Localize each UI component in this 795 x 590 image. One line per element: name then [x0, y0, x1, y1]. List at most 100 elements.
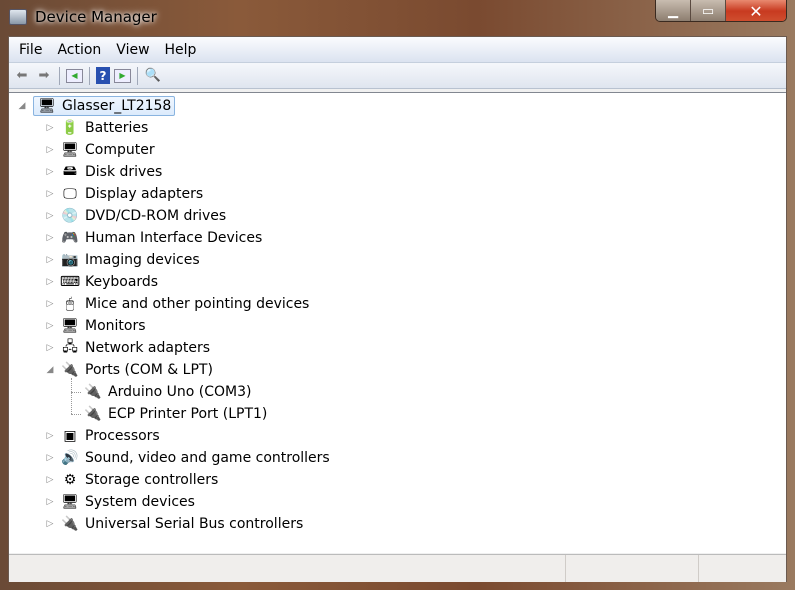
menu-file[interactable]: File — [13, 42, 48, 58]
usb-icon: 🔌 — [61, 516, 79, 532]
scan-hardware-changes-icon[interactable]: 🔍 — [144, 67, 162, 85]
expand-arrow-icon[interactable]: ▷ — [45, 299, 55, 309]
tree-item-monitors[interactable]: ▷ 🖥 Monitors — [45, 316, 146, 336]
tree-item-label: ECP Printer Port (LPT1) — [108, 406, 268, 422]
tree-item-label: Storage controllers — [85, 472, 219, 488]
expand-arrow-icon[interactable]: ▷ — [45, 233, 55, 243]
tree-item-label: Universal Serial Bus controllers — [85, 516, 304, 532]
expand-arrow-icon[interactable]: ▷ — [45, 211, 55, 221]
tree-item-human-interface-devices[interactable]: ▷ 🎮 Human Interface Devices — [45, 228, 263, 248]
expand-arrow-icon[interactable]: ▷ — [45, 431, 55, 441]
window-client: File Action View Help ⬅ ➡ ◀ ? ▶ 🔍 ◢ 🖥 Gl… — [8, 36, 787, 582]
expand-arrow-icon[interactable]: ▷ — [45, 255, 55, 265]
mouse-icon: 🖱 — [65, 296, 75, 312]
tree-item-dvd-cd-rom-drives[interactable]: ▷ 💿 DVD/CD-ROM drives — [45, 206, 227, 226]
tree-item-mice-and-other-pointing-devices[interactable]: ▷ 🖱 Mice and other pointing devices — [45, 294, 310, 314]
keyboard-icon: ⌨ — [59, 274, 81, 290]
expand-arrow-icon[interactable]: ▷ — [45, 277, 55, 287]
tree-connector — [71, 378, 72, 414]
minimize-button[interactable]: ▁ — [656, 0, 691, 21]
tree-connector — [71, 392, 81, 393]
device-manager-icon — [9, 9, 27, 25]
computer-icon: 🖥 — [38, 98, 56, 114]
collapse-arrow-icon[interactable]: ◢ — [17, 101, 27, 111]
tree-item-label: Monitors — [85, 318, 146, 334]
tree-item-label: Mice and other pointing devices — [85, 296, 310, 312]
tree-item-system-devices[interactable]: ▷ 🖥 System devices — [45, 492, 195, 512]
port-icon: 🔌 — [84, 406, 102, 422]
tree-item-label: Network adapters — [85, 340, 210, 356]
maximize-icon: ▭ — [701, 3, 715, 19]
tree-item-label: Keyboards — [85, 274, 159, 290]
tree-item-port-child[interactable]: 🔌 ECP Printer Port (LPT1) — [83, 404, 267, 424]
processor-icon: ▣ — [63, 428, 77, 444]
expand-arrow-icon[interactable]: ▷ — [45, 475, 55, 485]
window-title: Device Manager — [35, 8, 157, 26]
tree-item-label: Batteries — [85, 120, 149, 136]
monitor-icon: 🖥 — [61, 318, 79, 334]
port-icon: 🔌 — [61, 362, 79, 378]
storage-controller-icon: ⚙ — [63, 472, 77, 488]
status-bar — [9, 554, 786, 582]
status-pane-3 — [699, 555, 786, 582]
tree-item-label: System devices — [85, 494, 195, 510]
menu-help[interactable]: Help — [159, 42, 203, 58]
tree-item-disk-drives[interactable]: ▷ 🖴 Disk drives — [45, 162, 163, 182]
show-action-pane-icon[interactable]: ▶ — [114, 68, 131, 83]
show-hide-console-tree-icon[interactable]: ◀ — [66, 68, 83, 83]
expand-arrow-icon[interactable]: ▷ — [45, 145, 55, 155]
expand-arrow-icon[interactable]: ▷ — [45, 189, 55, 199]
expand-arrow-icon[interactable]: ▷ — [45, 497, 55, 507]
back-arrow-icon[interactable]: ⬅ — [13, 67, 31, 85]
tree-item-batteries[interactable]: ▷ 🔋 Batteries — [45, 118, 149, 138]
close-button[interactable]: ✕ — [726, 0, 786, 21]
toolbar-separator — [59, 66, 60, 85]
forward-arrow-icon[interactable]: ➡ — [35, 67, 53, 85]
expand-arrow-icon[interactable]: ▷ — [45, 123, 55, 133]
root-label: Glasser_LT2158 — [62, 98, 172, 114]
expand-arrow-icon[interactable]: ▷ — [45, 453, 55, 463]
status-pane-2 — [566, 555, 699, 582]
tree-item-computer[interactable]: ▷ 🖥 Computer — [45, 140, 155, 160]
toolbar-separator — [137, 66, 138, 85]
collapse-arrow-icon[interactable]: ◢ — [45, 365, 55, 375]
menu-action[interactable]: Action — [51, 42, 107, 58]
status-pane-main — [9, 555, 566, 582]
tree-item-label: Ports (COM & LPT) — [85, 362, 213, 378]
tree-item-keyboards[interactable]: ▷ ⌨ Keyboards — [45, 272, 159, 292]
expand-arrow-icon[interactable]: ▷ — [45, 519, 55, 529]
tree-root[interactable]: ◢ 🖥 Glasser_LT2158 — [17, 96, 176, 116]
tree-item-storage-controllers[interactable]: ▷ ⚙ Storage controllers — [45, 470, 219, 490]
expand-arrow-icon[interactable]: ▷ — [45, 167, 55, 177]
toolbar: ⬅ ➡ ◀ ? ▶ 🔍 — [9, 63, 786, 89]
tree-item-universal-serial-bus-controllers[interactable]: ▷ 🔌 Universal Serial Bus controllers — [45, 514, 304, 534]
tree-item-ports-com-lpt[interactable]: ◢ 🔌 Ports (COM & LPT) — [45, 360, 213, 380]
tree-item-label: Arduino Uno (COM3) — [108, 384, 252, 400]
expand-arrow-icon[interactable]: ▷ — [45, 321, 55, 331]
tree-item-label: Imaging devices — [85, 252, 200, 268]
minimize-icon: ▁ — [668, 3, 678, 19]
menu-bar: File Action View Help — [9, 37, 786, 63]
tree-item-label: Disk drives — [85, 164, 163, 180]
tree-item-label: Processors — [85, 428, 160, 444]
tree-item-network-adapters[interactable]: ▷ 🖧 Network adapters — [45, 338, 210, 358]
tree-item-label: DVD/CD-ROM drives — [85, 208, 227, 224]
network-adapter-icon: 🖧 — [62, 339, 78, 355]
dvd-drive-icon: 💿 — [61, 208, 79, 224]
title-bar: Device Manager ▁ ▭ ✕ — [0, 0, 795, 36]
tree-item-processors[interactable]: ▷ ▣ Processors — [45, 426, 160, 446]
disk-drive-icon: 🖴 — [62, 163, 78, 179]
maximize-button[interactable]: ▭ — [691, 0, 726, 21]
tree-item-sound-video-and-game-controllers[interactable]: ▷ 🔊 Sound, video and game controllers — [45, 448, 330, 468]
toolbar-separator — [89, 66, 90, 85]
tree-item-imaging-devices[interactable]: ▷ 📷 Imaging devices — [45, 250, 200, 270]
tree-item-port-child[interactable]: 🔌 Arduino Uno (COM3) — [83, 382, 251, 402]
tree-item-display-adapters[interactable]: ▷ 🖵 Display adapters — [45, 184, 204, 204]
menu-view[interactable]: View — [110, 42, 155, 58]
tree-connector — [71, 414, 81, 415]
tree-item-label: Computer — [85, 142, 155, 158]
system-devices-icon: 🖥 — [61, 494, 79, 510]
help-icon[interactable]: ? — [96, 67, 110, 84]
device-tree[interactable]: ◢ 🖥 Glasser_LT2158 ▷ 🔋 Batteries ▷ 🖥 Com… — [9, 92, 786, 553]
expand-arrow-icon[interactable]: ▷ — [45, 343, 55, 353]
